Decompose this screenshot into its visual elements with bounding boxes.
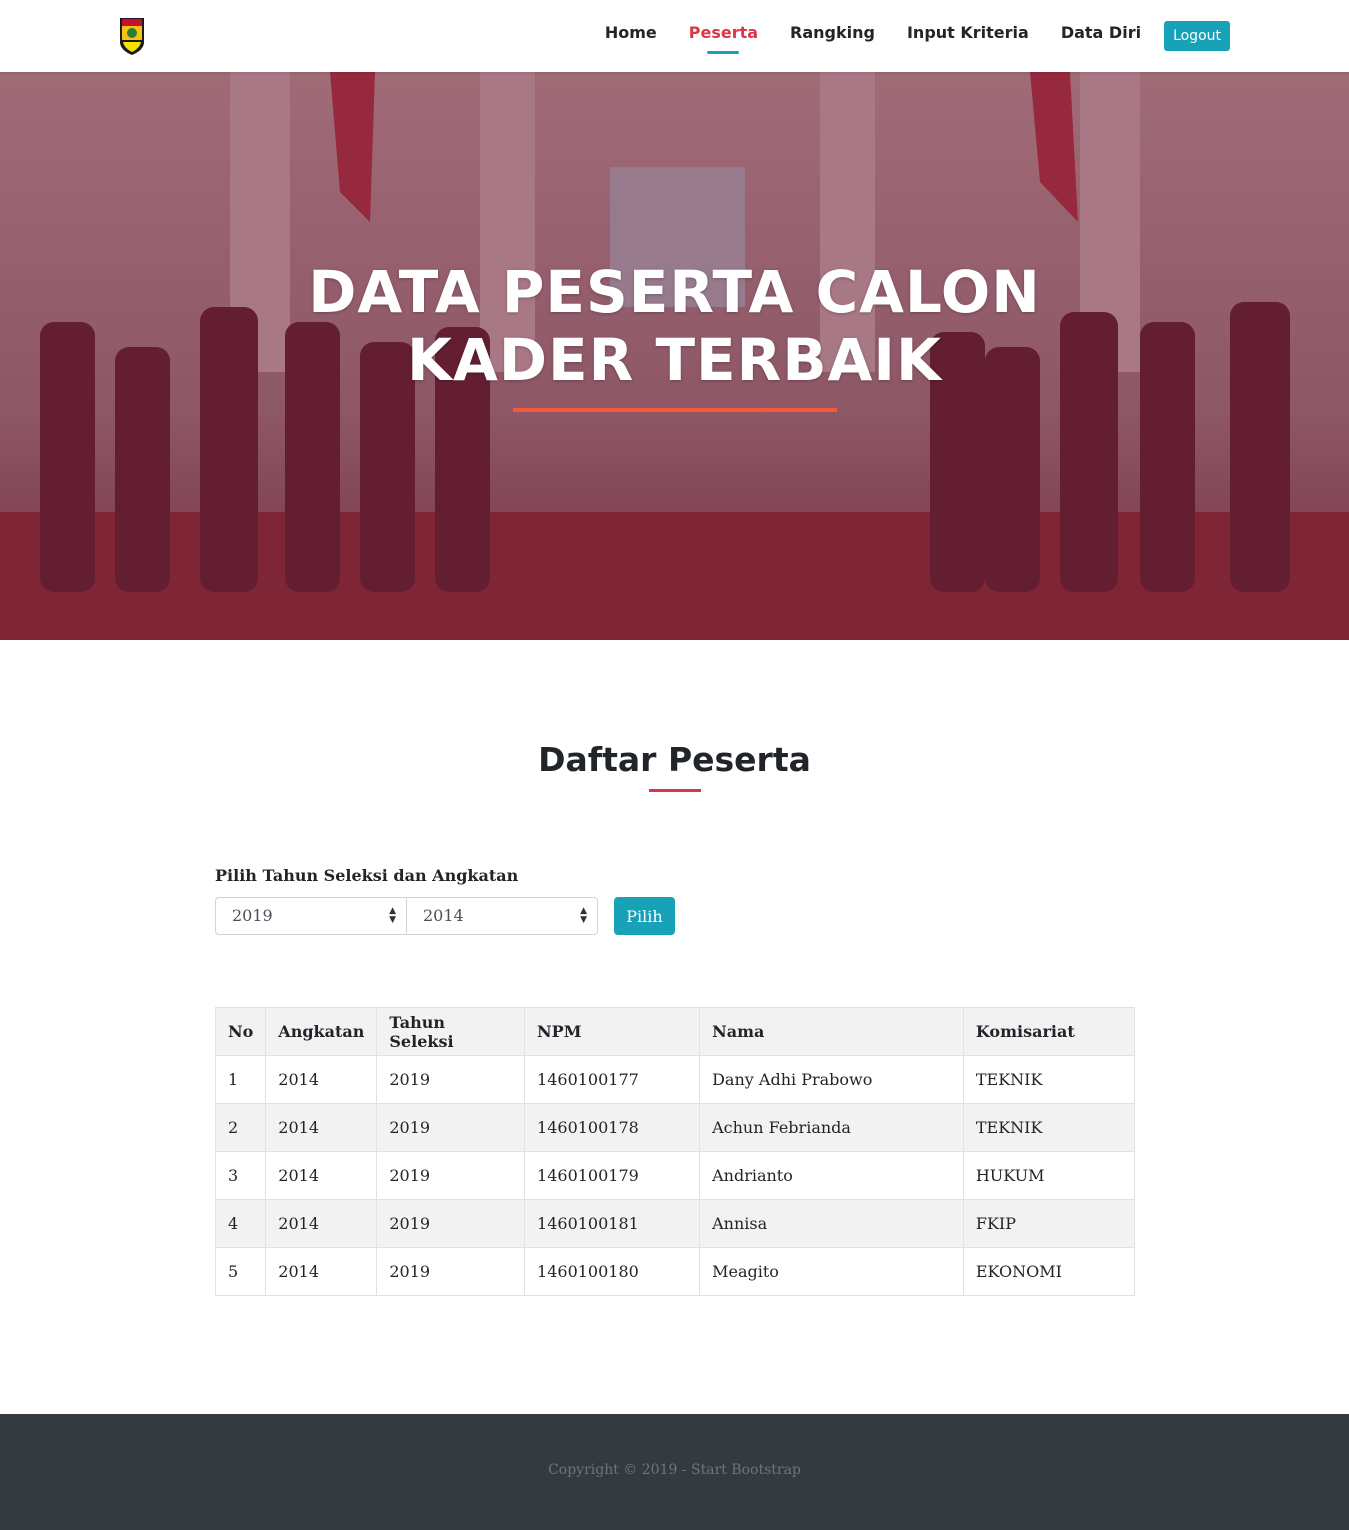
cell-no: 3 (214, 1151, 267, 1200)
cell-tahun-seleksi: 2019 (376, 1103, 526, 1152)
nav-link-data-diri[interactable]: Data Diri (1061, 23, 1141, 43)
logout-button[interactable]: Logout (1164, 21, 1230, 51)
cell-angkatan: 2014 (265, 1151, 378, 1200)
cell-nama: Meagito (699, 1247, 964, 1296)
cell-angkatan: 2014 (265, 1247, 378, 1296)
active-indicator (707, 51, 740, 54)
cell-tahun-seleksi: 2019 (376, 1199, 526, 1248)
table-row: 5 2014 2019 1460100180 Meagito EKONOMI (214, 1247, 1136, 1296)
angkatan-value: 2014 (423, 906, 464, 925)
footer: Copyright © 2019 - Start Bootstrap (0, 1414, 1349, 1530)
cell-komisariat: FKIP (962, 1199, 1136, 1248)
cell-tahun-seleksi: 2019 (376, 1055, 526, 1104)
cell-angkatan: 2014 (265, 1199, 378, 1248)
cell-no: 5 (214, 1247, 267, 1296)
nav-link-rangking[interactable]: Rangking (790, 23, 875, 43)
cell-angkatan: 2014 (265, 1103, 378, 1152)
cell-nama: Annisa (699, 1199, 964, 1248)
cell-no: 2 (214, 1103, 267, 1152)
cell-nama: Achun Febrianda (699, 1103, 964, 1152)
hero-banner: DATA PESERTA CALON KADER TERBAIK (0, 72, 1349, 640)
cell-komisariat: TEKNIK (962, 1103, 1136, 1152)
pilih-button[interactable]: Pilih (614, 897, 675, 935)
table-row: 1 2014 2019 1460100177 Dany Adhi Prabowo… (214, 1055, 1136, 1104)
column-header-tahun-seleksi: Tahun Seleksi (376, 1007, 526, 1056)
cell-npm: 1460100180 (524, 1247, 701, 1296)
hero-divider (513, 408, 837, 412)
footer-copyright: Copyright © 2019 - Start Bootstrap (548, 1462, 801, 1478)
organization-crest-logo[interactable] (119, 16, 145, 56)
cell-komisariat: HUKUM (962, 1151, 1136, 1200)
table-row: 4 2014 2019 1460100181 Annisa FKIP (214, 1199, 1136, 1248)
hero-title: DATA PESERTA CALON KADER TERBAIK (0, 258, 1349, 394)
cell-no: 4 (214, 1199, 267, 1248)
nav-link-peserta[interactable]: Peserta (688, 23, 759, 54)
section-title: Daftar Peserta (538, 740, 811, 779)
column-header-komisariat: Komisariat (962, 1007, 1136, 1056)
hero-title-line-1: DATA PESERTA CALON (308, 258, 1041, 326)
filter-label: Pilih Tahun Seleksi dan Angkatan (215, 866, 519, 885)
cell-komisariat: EKONOMI (962, 1247, 1136, 1296)
cell-no: 1 (214, 1055, 267, 1104)
navbar: Home Peserta Rangking Input Kriteria Dat… (0, 0, 1349, 72)
hero-title-line-2: KADER TERBAIK (407, 326, 942, 394)
select-sort-arrows-icon: ▲ ▼ (580, 906, 587, 925)
column-header-angkatan: Angkatan (265, 1007, 378, 1056)
table-header-row: No Angkatan Tahun Seleksi NPM Nama Komis… (214, 1007, 1136, 1056)
cell-npm: 1460100178 (524, 1103, 701, 1152)
nav-link-home[interactable]: Home (605, 23, 657, 43)
cell-npm: 1460100177 (524, 1055, 701, 1104)
cell-tahun-seleksi: 2019 (376, 1151, 526, 1200)
cell-nama: Dany Adhi Prabowo (699, 1055, 964, 1104)
nav-link-input-kriteria[interactable]: Input Kriteria (907, 23, 1029, 43)
table-row: 3 2014 2019 1460100179 Andrianto HUKUM (214, 1151, 1136, 1200)
nav-link-peserta-label: Peserta (688, 23, 759, 42)
angkatan-select[interactable]: 2014 ▲ ▼ (406, 898, 597, 934)
cell-angkatan: 2014 (265, 1055, 378, 1104)
column-header-nama: Nama (699, 1007, 964, 1056)
column-header-npm: NPM (524, 1007, 701, 1056)
cell-tahun-seleksi: 2019 (376, 1247, 526, 1296)
cell-nama: Andrianto (699, 1151, 964, 1200)
nav-links: Home Peserta Rangking Input Kriteria Dat… (605, 0, 1230, 72)
tahun-seleksi-select[interactable]: 2019 ▲ ▼ (216, 898, 406, 934)
select-sort-arrows-icon: ▲ ▼ (389, 906, 396, 925)
table-row: 2 2014 2019 1460100178 Achun Febrianda T… (214, 1103, 1136, 1152)
filter-select-group: 2019 ▲ ▼ 2014 ▲ ▼ (215, 897, 598, 935)
cell-komisariat: TEKNIK (962, 1055, 1136, 1104)
peserta-table: No Angkatan Tahun Seleksi NPM Nama Komis… (214, 1007, 1136, 1296)
column-header-no: No (214, 1007, 267, 1056)
section-divider (649, 789, 701, 792)
cell-npm: 1460100179 (524, 1151, 701, 1200)
cell-npm: 1460100181 (524, 1199, 701, 1248)
tahun-seleksi-value: 2019 (232, 906, 273, 925)
